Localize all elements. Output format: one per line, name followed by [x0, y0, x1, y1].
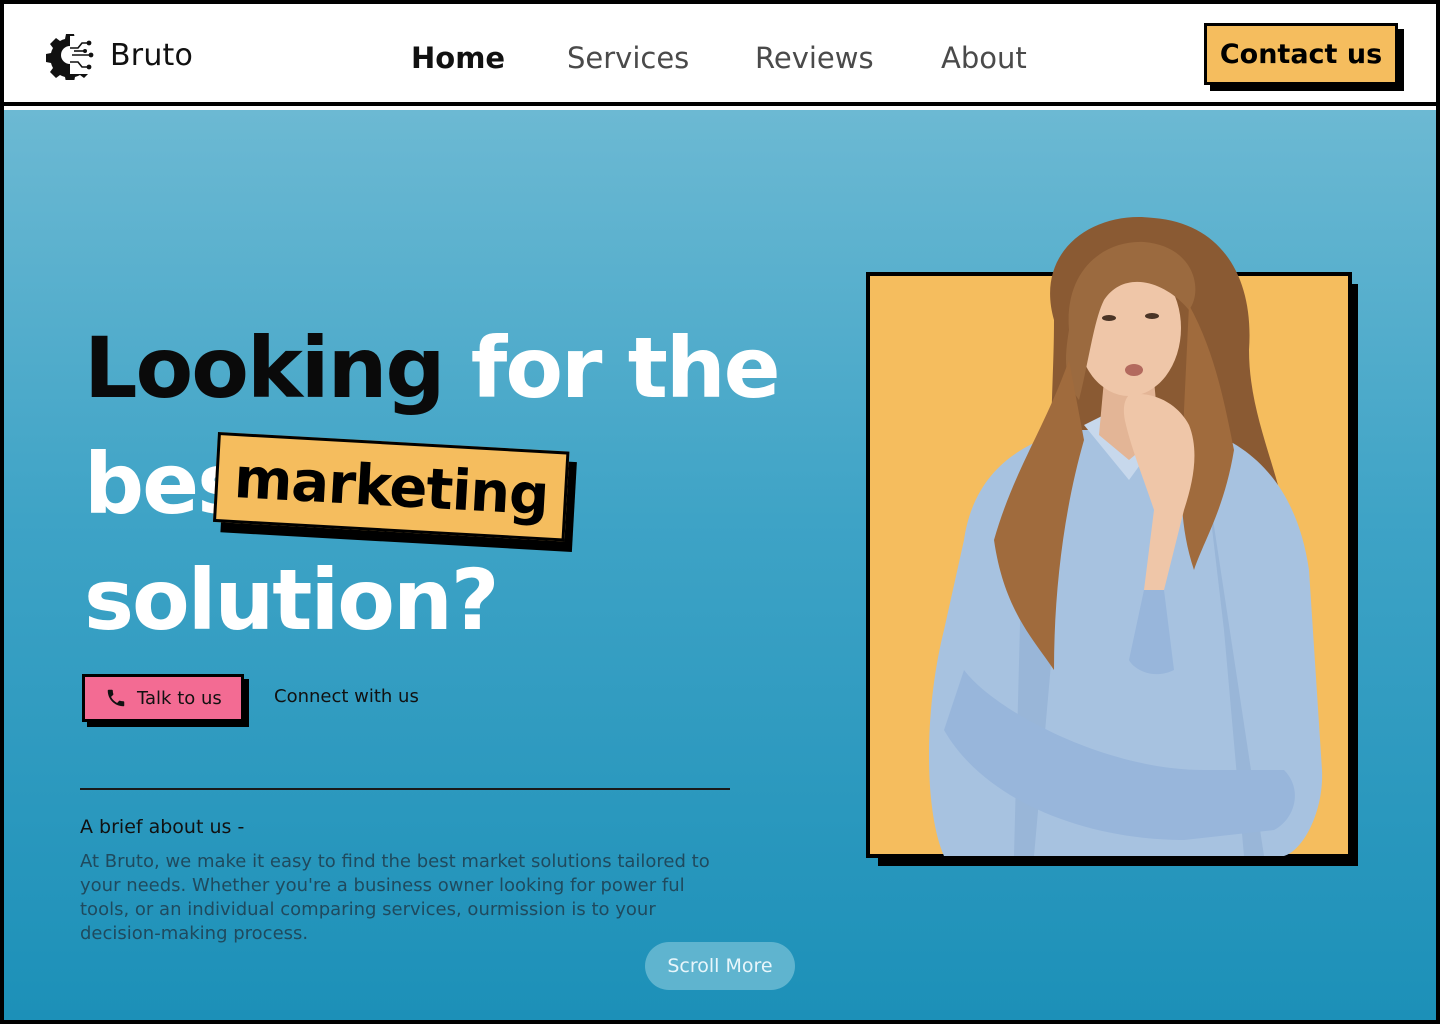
brief-text: At Bruto, we make it easy to find the be… [80, 851, 710, 944]
headline-solution: solution? [84, 551, 499, 649]
top-navbar: Bruto Home Services Reviews About Contac… [4, 4, 1436, 106]
headline-for-the: for the [470, 319, 781, 417]
nav-reviews-link[interactable]: Reviews [755, 38, 874, 78]
scroll-more-button[interactable]: Scroll More [645, 942, 795, 990]
section-divider [80, 788, 730, 790]
connect-with-us-link[interactable]: Connect with us [274, 686, 419, 707]
brief-title: A brief about us - [80, 816, 245, 838]
talk-to-us-label: Talk to us [137, 687, 222, 709]
nav-about-link[interactable]: About [941, 38, 1027, 78]
person-thinking-image [929, 216, 1323, 856]
contact-us-button[interactable]: Contact us [1204, 23, 1398, 85]
talk-to-us-button[interactable]: Talk to us [82, 674, 244, 722]
phone-icon [107, 689, 125, 707]
headline-looking: Looking [84, 319, 446, 417]
hero-section: Looking for the best solution? marketing… [4, 110, 1436, 1020]
nav-home-link[interactable]: Home [411, 38, 505, 78]
page-frame: Bruto Home Services Reviews About Contac… [4, 4, 1436, 1020]
nav-services-link[interactable]: Services [567, 38, 689, 78]
marketing-tag: marketing [212, 432, 577, 552]
